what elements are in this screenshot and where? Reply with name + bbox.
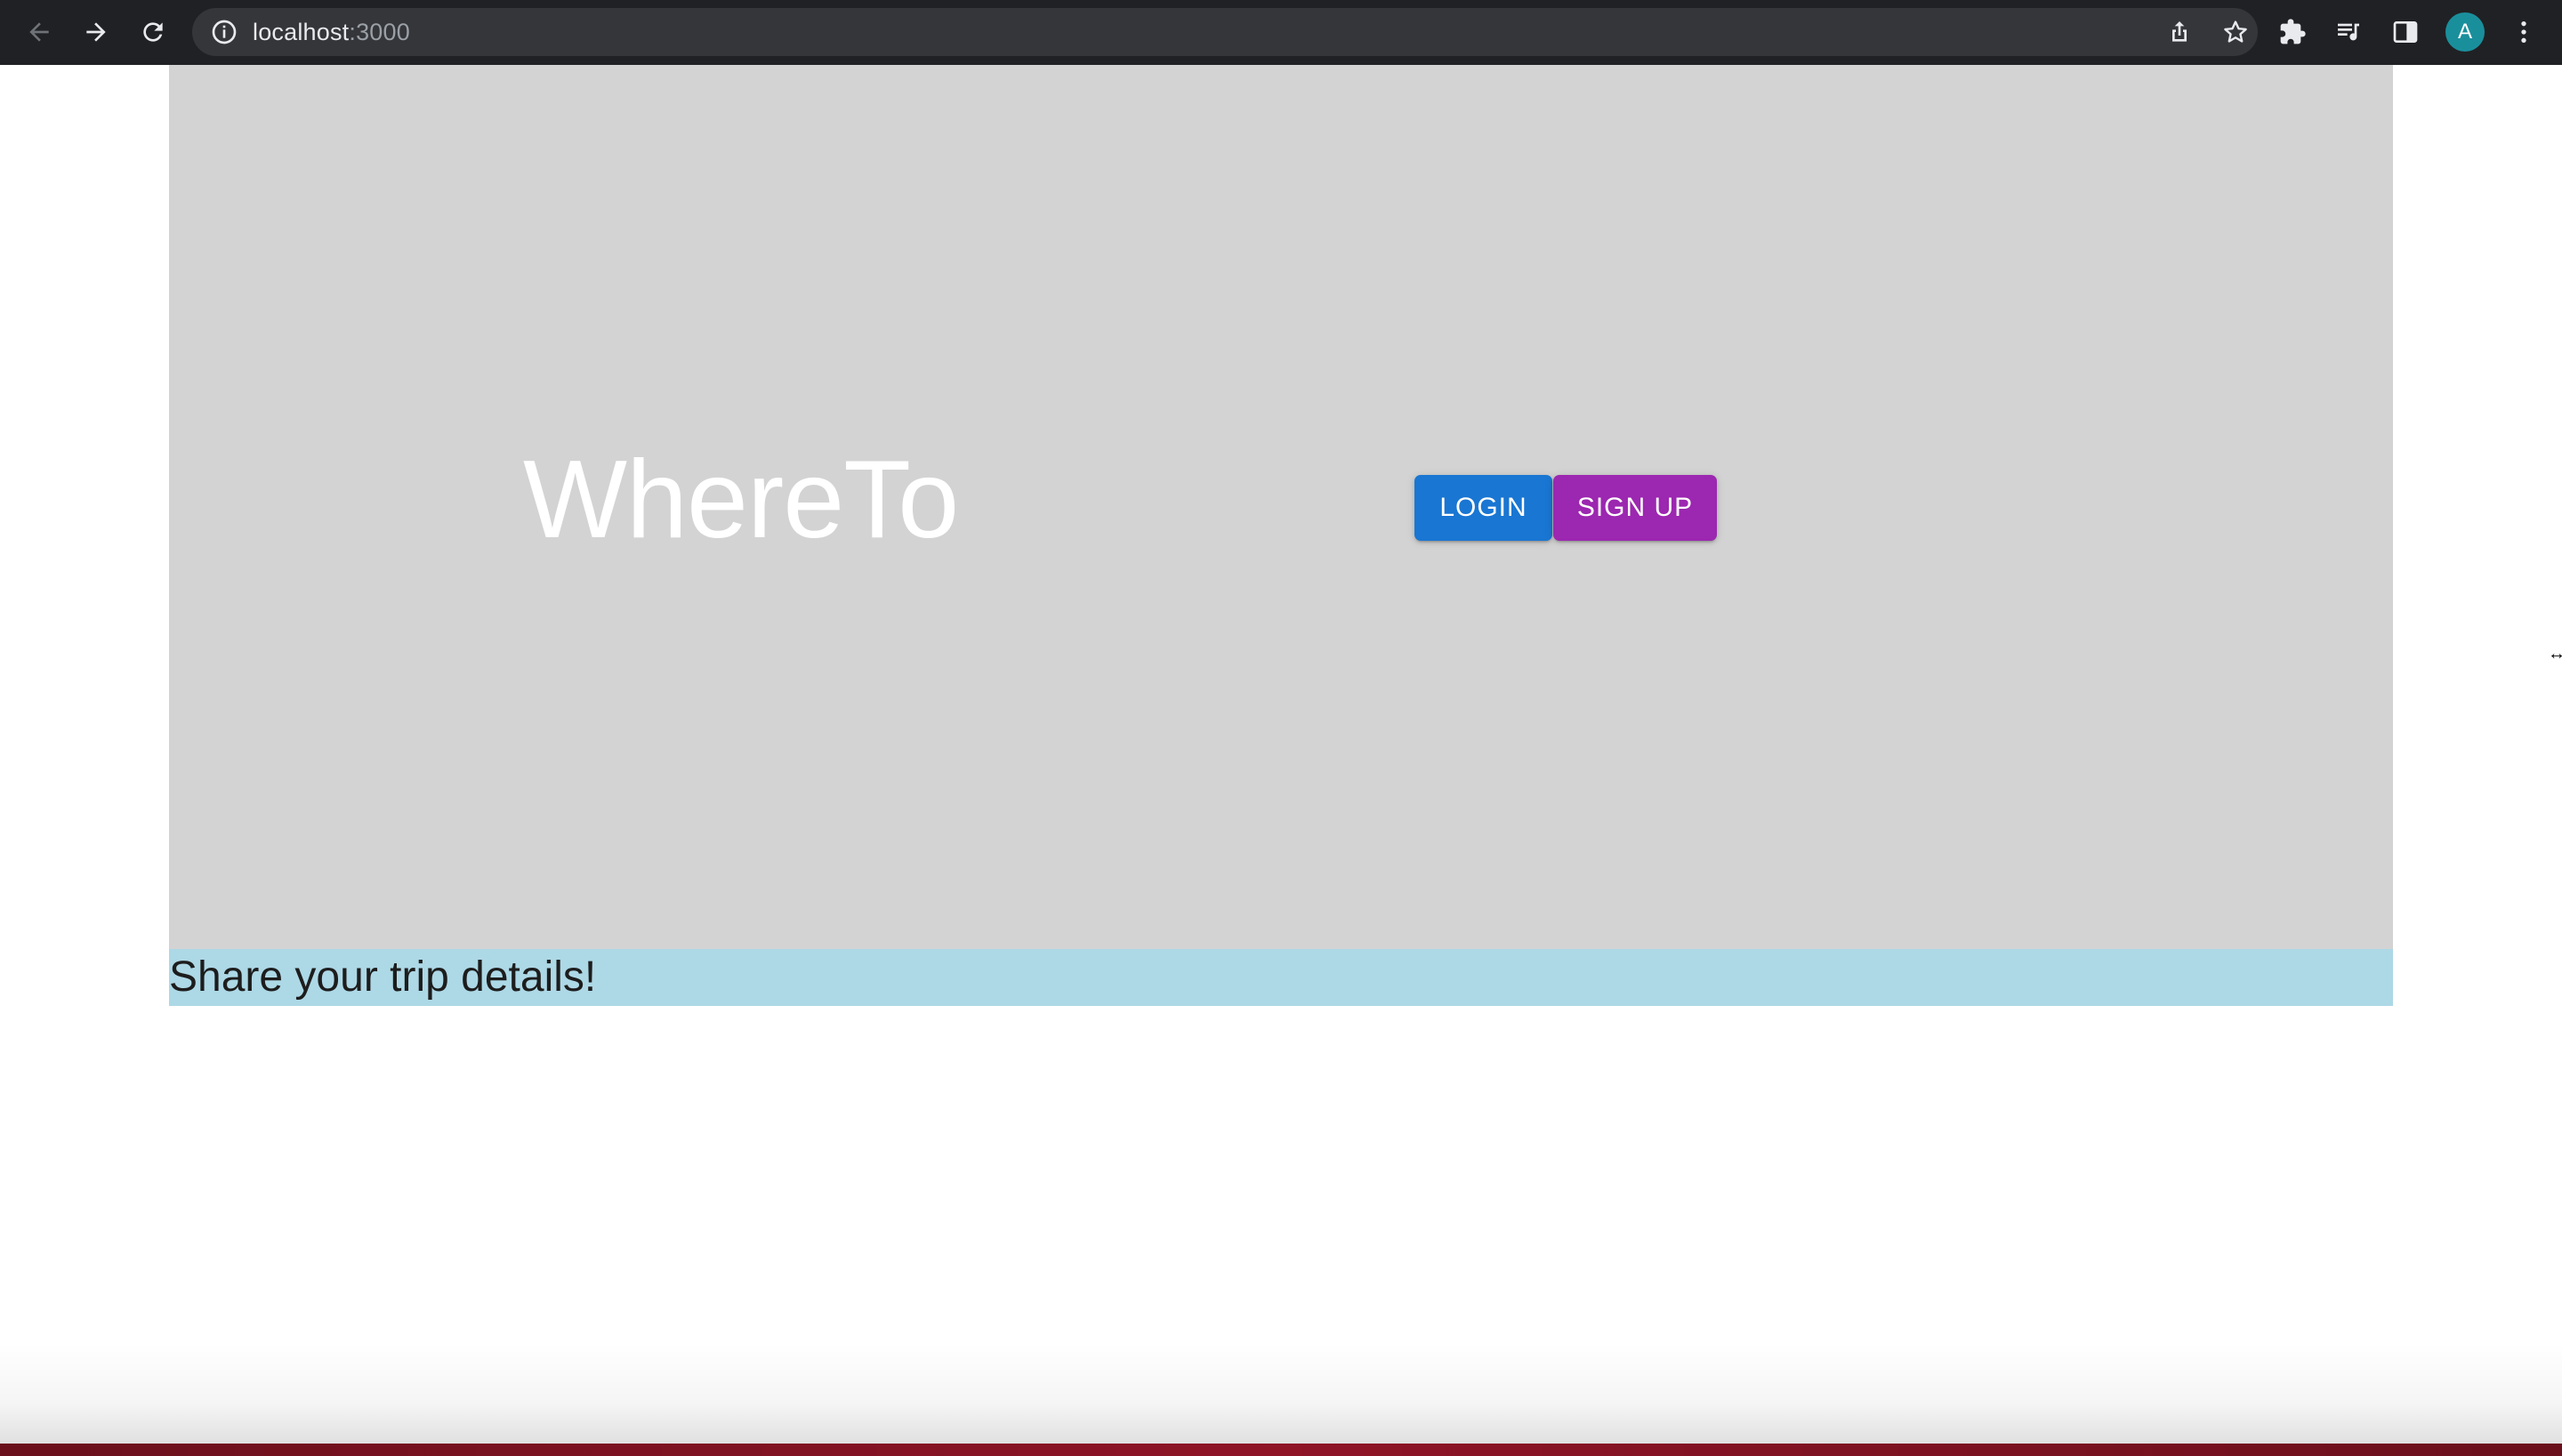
forward-button[interactable] bbox=[77, 12, 116, 52]
sign-up-button[interactable]: SIGN UP bbox=[1553, 475, 1717, 541]
tagline-text: Share your trip details! bbox=[169, 953, 597, 1001]
media-control-button[interactable] bbox=[2332, 15, 2365, 49]
info-icon[interactable] bbox=[210, 18, 238, 46]
url-text[interactable]: localhost:3000 bbox=[253, 8, 410, 56]
resize-cursor-icon: ↔ bbox=[2548, 644, 2562, 664]
brand-title: WhereTo bbox=[523, 438, 959, 561]
browser-menu-button[interactable] bbox=[2507, 15, 2541, 49]
arrow-left-icon bbox=[29, 22, 49, 42]
arrow-right-icon bbox=[86, 22, 106, 42]
puzzle-icon bbox=[2280, 19, 2306, 44]
extensions-button[interactable] bbox=[2276, 15, 2309, 49]
address-bar[interactable]: localhost:3000 bbox=[192, 8, 2258, 56]
back-button[interactable] bbox=[20, 12, 59, 52]
page-viewport: WhereTo LOGIN SIGN UP Share your trip de… bbox=[0, 65, 2562, 1456]
url-host: localhost bbox=[253, 19, 350, 45]
login-button[interactable]: LOGIN bbox=[1414, 475, 1552, 541]
side-panel-button[interactable] bbox=[2389, 15, 2422, 49]
reload-icon bbox=[143, 22, 163, 42]
profile-avatar[interactable]: A bbox=[2445, 12, 2485, 52]
hero-banner: WhereTo LOGIN SIGN UP bbox=[169, 65, 2393, 949]
star-icon[interactable] bbox=[2221, 18, 2250, 46]
window-bottom-shadow bbox=[0, 1342, 2562, 1444]
kebab-menu-icon bbox=[2521, 21, 2526, 43]
reload-button[interactable] bbox=[133, 12, 173, 52]
side-panel-icon bbox=[2393, 21, 2418, 43]
share-icon[interactable] bbox=[2165, 18, 2194, 46]
media-queue-icon bbox=[2338, 23, 2359, 41]
url-port: :3000 bbox=[349, 19, 410, 45]
tagline-bar: Share your trip details! bbox=[169, 949, 2393, 1006]
browser-toolbar: localhost:3000 A bbox=[0, 0, 2562, 65]
desktop-background-strip bbox=[0, 1444, 2562, 1456]
